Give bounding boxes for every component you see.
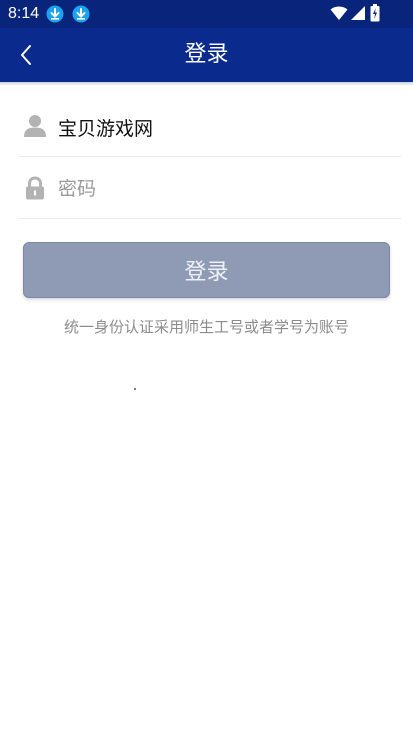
lock-icon xyxy=(26,176,44,200)
signal-icon xyxy=(351,6,365,20)
status-bar: 8:14 xyxy=(0,0,413,28)
page-title: 登录 xyxy=(184,42,229,67)
user-icon xyxy=(24,115,46,137)
status-time: 8:14 xyxy=(8,5,40,22)
download-icon xyxy=(72,5,90,23)
username-input[interactable] xyxy=(58,112,388,142)
login-button[interactable]: 登录 xyxy=(23,242,390,298)
app-bar: 登录 xyxy=(0,28,413,82)
username-row xyxy=(18,96,401,157)
app-bar-shadow xyxy=(0,82,413,86)
battery-icon xyxy=(370,4,380,22)
stray-dot xyxy=(134,388,136,390)
wifi-icon xyxy=(330,6,348,20)
password-input[interactable] xyxy=(58,174,388,204)
account-hint: 统一身份认证采用师生工号或者学号为账号 xyxy=(63,318,349,336)
download-icon xyxy=(46,5,64,23)
password-row xyxy=(18,158,401,219)
